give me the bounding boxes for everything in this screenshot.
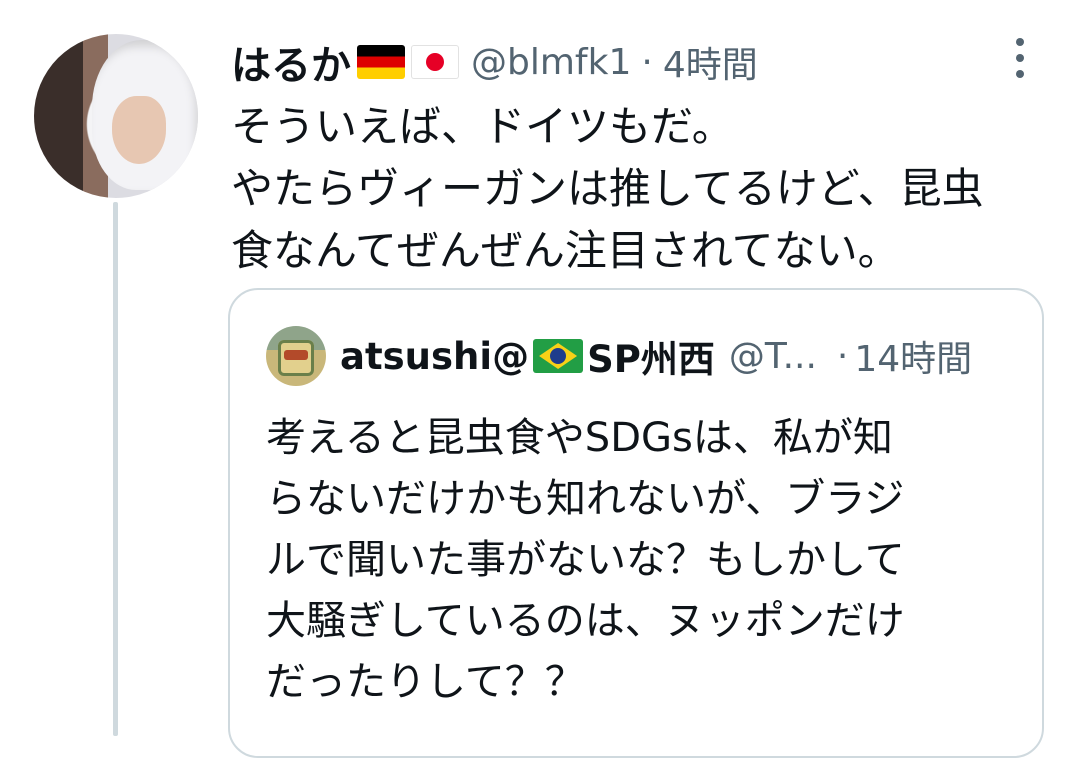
quoted-separator-dot: · [836,335,849,377]
quoted-text-line: 大騒ぎしているのは、ヌッポンだけ [266,598,905,644]
tweet-header: はるか @blmfk1 · 4時間 [231,34,758,90]
tweet-text-line: やたらヴィーガンは推してるけど、昆虫 [231,164,984,213]
quoted-tweet-text: 考えると昆虫食やSDGsは、私が知 らないだけかも知れないが、ブラジ ルで聞いた… [266,408,1006,713]
quoted-tweet-timestamp: 14時間 [854,339,973,380]
more-dot [1016,70,1024,78]
quoted-tweet-header: atsushi@ SP州西 @T... · 14時間 [266,326,972,386]
thread-line [113,202,118,736]
tweet-text-line: そういえば、ドイツもだ。 [231,102,734,151]
author-avatar[interactable] [34,34,198,198]
brazil-flag-icon [533,339,584,373]
tweet-timestamp[interactable]: 4時間 [663,36,758,88]
quoted-text-line: ルで聞いた事がないな？もしかして [266,537,905,583]
more-dot [1016,38,1024,46]
quoted-author-name-suffix: SP州西 [587,338,715,381]
separator-dot: · [641,41,653,83]
avatar-face [112,96,166,164]
quoted-author-handle: @T... [728,335,817,377]
more-options-icon[interactable] [1008,38,1032,78]
germany-flag-icon [357,45,405,79]
japan-flag-icon [411,45,459,79]
author-name[interactable]: はるか [231,33,351,91]
quoted-author-avatar [266,326,326,386]
quoted-text-line: らないだけかも知れないが、ブラジ [266,476,905,522]
more-dot [1016,54,1024,62]
quoted-text-line: 考えると昆虫食やSDGsは、私が知 [266,415,893,461]
quoted-tweet-card[interactable]: atsushi@ SP州西 @T... · 14時間 考えると昆虫食やSDGsは… [228,288,1044,758]
author-handle[interactable]: @blmfk1 [471,42,631,83]
quoted-author-name-prefix: atsushi@ [340,334,530,378]
quoted-text-line: だったりして？？ [266,659,585,705]
tweet-text: そういえば、ドイツもだ。 やたらヴィーガンは推してるけど、昆虫 食なんてぜんぜん… [231,96,1041,282]
tweet-text-line: 食なんてぜんぜん注目されてない。 [231,226,900,275]
